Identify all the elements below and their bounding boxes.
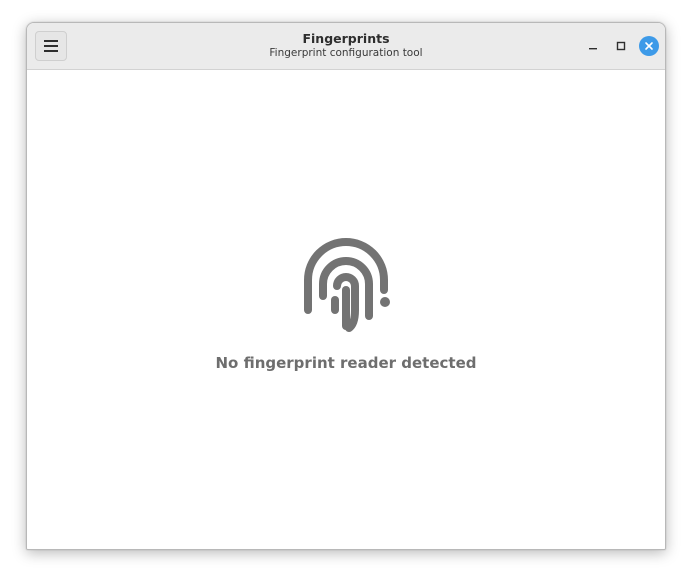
title-area: Fingerprints Fingerprint configuration t… — [27, 31, 665, 60]
window-subtitle: Fingerprint configuration tool — [269, 47, 423, 59]
status-message: No fingerprint reader detected — [215, 354, 477, 372]
minimize-button[interactable] — [583, 36, 603, 56]
maximize-button[interactable] — [611, 36, 631, 56]
close-icon — [645, 42, 653, 50]
fingerprint-icon — [304, 238, 390, 332]
app-window: Fingerprints Fingerprint configuration t… — [26, 22, 666, 550]
close-button[interactable] — [639, 36, 659, 56]
header-bar: Fingerprints Fingerprint configuration t… — [27, 23, 665, 70]
minimize-icon — [589, 48, 597, 50]
maximize-icon — [616, 41, 626, 51]
main-content: No fingerprint reader detected — [27, 70, 665, 549]
window-title: Fingerprints — [302, 31, 390, 46]
